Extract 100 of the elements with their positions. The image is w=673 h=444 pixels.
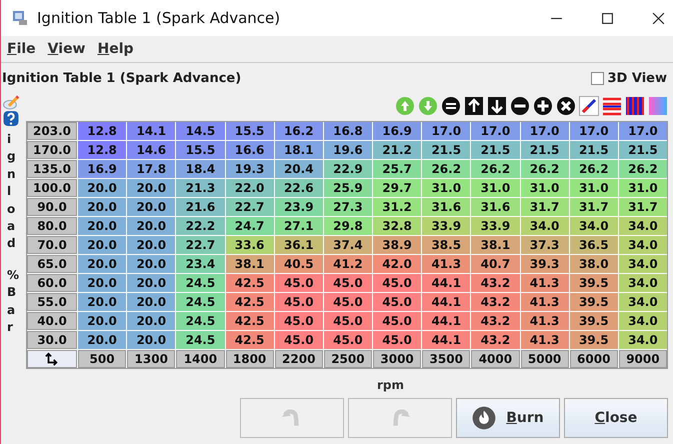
table-cell[interactable]: 42.5: [226, 274, 274, 292]
table-cell[interactable]: 33.6: [226, 236, 274, 254]
table-cell[interactable]: 45.0: [274, 312, 323, 330]
table-cell[interactable]: 44.1: [422, 312, 470, 330]
table-cell[interactable]: 45.0: [324, 331, 372, 349]
table-cell[interactable]: 20.0: [127, 312, 176, 330]
table-cell[interactable]: 23.4: [176, 255, 224, 273]
table-cell[interactable]: 20.0: [127, 274, 176, 292]
table-cell[interactable]: 34.0: [618, 236, 667, 254]
table-cell[interactable]: 37.4: [324, 236, 372, 254]
table-cell[interactable]: 26.2: [471, 160, 520, 178]
table-cell[interactable]: 18.1: [274, 141, 323, 159]
table-cell[interactable]: 15.5: [176, 141, 224, 159]
table-cell[interactable]: 36.5: [570, 236, 618, 254]
table-cell[interactable]: 20.0: [78, 255, 126, 273]
table-cell[interactable]: 27.3: [324, 198, 372, 216]
table-cell[interactable]: 16.9: [78, 160, 126, 178]
table-cell[interactable]: 42.0: [373, 255, 422, 273]
table-cell[interactable]: 31.6: [471, 198, 520, 216]
table-cell[interactable]: 31.0: [520, 179, 569, 197]
maximize-icon[interactable]: [601, 12, 614, 24]
table-cell[interactable]: 20.0: [78, 198, 126, 216]
table-cell[interactable]: 45.0: [274, 274, 323, 292]
table-cell[interactable]: 24.5: [176, 293, 224, 311]
table-cell[interactable]: 20.0: [127, 198, 176, 216]
close-icon[interactable]: [652, 12, 665, 24]
table-cell[interactable]: 20.0: [127, 179, 176, 197]
table-cell[interactable]: 25.7: [373, 160, 422, 178]
table-cell[interactable]: 27.1: [274, 217, 323, 235]
table-cell[interactable]: 43.2: [471, 274, 520, 292]
table-cell[interactable]: 34.0: [520, 217, 569, 235]
table-cell[interactable]: 41.3: [520, 312, 569, 330]
table-cell[interactable]: 20.0: [78, 331, 126, 349]
table-cell[interactable]: 41.2: [324, 255, 372, 273]
table-cell[interactable]: 24.5: [176, 274, 224, 292]
table-cell[interactable]: 38.9: [373, 236, 422, 254]
table-cell[interactable]: 22.6: [274, 179, 323, 197]
close-icon[interactable]: [556, 96, 576, 116]
table-cell[interactable]: 45.0: [324, 312, 372, 330]
help-icon[interactable]: [2, 110, 20, 127]
table-cell[interactable]: 41.3: [520, 293, 569, 311]
table-cell[interactable]: 37.3: [520, 236, 569, 254]
table-cell[interactable]: 22.7: [176, 236, 224, 254]
burn-button[interactable]: Burn: [456, 398, 560, 438]
table-cell[interactable]: 38.1: [471, 236, 520, 254]
table-cell[interactable]: 44.1: [422, 293, 470, 311]
table-cell[interactable]: 17.8: [127, 160, 176, 178]
menu-item[interactable]: File: [7, 41, 36, 57]
table-cell[interactable]: 17.0: [570, 122, 618, 140]
table-cell[interactable]: 22.0: [226, 179, 274, 197]
table-cell[interactable]: 33.9: [471, 217, 520, 235]
table-cell[interactable]: 29.8: [324, 217, 372, 235]
table-cell[interactable]: 39.5: [570, 274, 618, 292]
table-cell[interactable]: 26.2: [422, 160, 470, 178]
table-cell[interactable]: 21.6: [176, 198, 224, 216]
table-cell[interactable]: 25.9: [324, 179, 372, 197]
table-cell[interactable]: 12.8: [78, 122, 126, 140]
table-cell[interactable]: 38.5: [422, 236, 470, 254]
table-cell[interactable]: 45.0: [324, 274, 372, 292]
table-cell[interactable]: 21.5: [570, 141, 618, 159]
table-cell[interactable]: 29.7: [373, 179, 422, 197]
table-cell[interactable]: 20.0: [78, 217, 126, 235]
table-cell[interactable]: 45.0: [274, 331, 323, 349]
table-cell[interactable]: 43.2: [471, 293, 520, 311]
table-cell[interactable]: 20.0: [127, 255, 176, 273]
table-cell[interactable]: 21.5: [520, 141, 569, 159]
table-cell[interactable]: 34.0: [618, 217, 667, 235]
table-cell[interactable]: 45.0: [324, 293, 372, 311]
table-cell[interactable]: 12.8: [78, 141, 126, 159]
table-cell[interactable]: 20.0: [78, 179, 126, 197]
table-cell[interactable]: 39.5: [570, 293, 618, 311]
table-cell[interactable]: 42.5: [226, 331, 274, 349]
table-cell[interactable]: 15.5: [226, 122, 274, 140]
table-cell[interactable]: 39.3: [520, 255, 569, 273]
swap-axes-button[interactable]: [27, 350, 77, 368]
table-cell[interactable]: 26.2: [618, 160, 667, 178]
minus-icon[interactable]: [510, 96, 530, 116]
table-cell[interactable]: 14.1: [127, 122, 176, 140]
table-cell[interactable]: 26.2: [520, 160, 569, 178]
table-cell[interactable]: 24.5: [176, 312, 224, 330]
table-cell[interactable]: 14.6: [127, 141, 176, 159]
table-cell[interactable]: 20.0: [127, 293, 176, 311]
table-cell[interactable]: 31.7: [618, 198, 667, 216]
table-cell[interactable]: 42.5: [226, 293, 274, 311]
table-cell[interactable]: 40.5: [274, 255, 323, 273]
table-cell[interactable]: 45.0: [373, 331, 422, 349]
table-cell[interactable]: 36.1: [274, 236, 323, 254]
table-cell[interactable]: 26.2: [570, 160, 618, 178]
table-cell[interactable]: 20.0: [78, 236, 126, 254]
table-cell[interactable]: 14.5: [176, 122, 224, 140]
table-cell[interactable]: 38.1: [226, 255, 274, 273]
table-cell[interactable]: 31.6: [422, 198, 470, 216]
table-cell[interactable]: 31.0: [422, 179, 470, 197]
horizontal-stripes-icon[interactable]: [602, 96, 622, 116]
table-cell[interactable]: 19.3: [226, 160, 274, 178]
table-cell[interactable]: 17.0: [422, 122, 470, 140]
table-cell[interactable]: 40.7: [471, 255, 520, 273]
table-cell[interactable]: 45.0: [373, 312, 422, 330]
table-cell[interactable]: 34.0: [618, 331, 667, 349]
table-cell[interactable]: 32.8: [373, 217, 422, 235]
